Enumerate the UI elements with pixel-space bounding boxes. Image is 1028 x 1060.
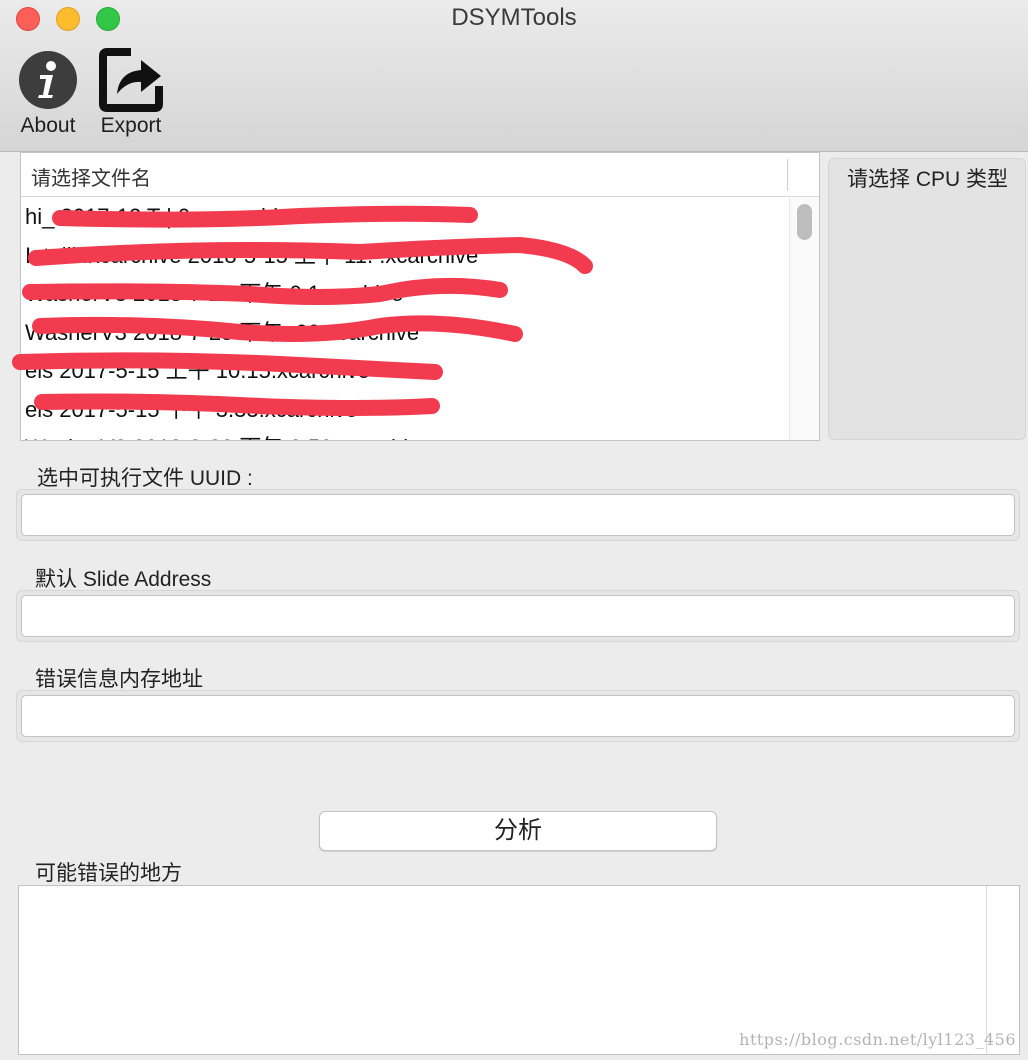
file-table-header[interactable]: 请选择文件名 <box>21 153 819 197</box>
share-export-icon <box>99 48 163 112</box>
file-table-scrollbar[interactable] <box>789 198 819 440</box>
cpu-type-title: 请选择 CPU 类型 <box>847 168 1009 191</box>
table-row[interactable]: WasherV3 2018-7-25 下午 0.1 .archive <box>21 275 791 314</box>
scroll-thumb[interactable] <box>797 204 812 240</box>
slide-address-field[interactable] <box>21 595 1015 637</box>
error-address-field[interactable] <box>21 695 1015 737</box>
about-button[interactable]: About <box>8 46 88 138</box>
info-icon <box>19 51 77 109</box>
title-toolbar: DSYMTools About Export <box>0 0 1028 152</box>
error-address-label: 错误信息内存地址 <box>35 668 203 691</box>
slide-address-group <box>16 590 1020 642</box>
cpu-type-panel: 请选择 CPU 类型 <box>828 158 1026 440</box>
slide-address-label: 默认 Slide Address <box>35 568 212 591</box>
header-divider <box>787 159 788 191</box>
uuid-field[interactable] <box>21 494 1015 536</box>
watermark: https://blog.csdn.net/lyl123_456 <box>739 1030 1016 1049</box>
table-row[interactable]: WasherV3 2018-7-25 下午 .00.xcarchive <box>21 314 791 353</box>
export-label: Export <box>100 114 162 137</box>
error-address-group <box>16 690 1020 742</box>
uuid-label: 选中可执行文件 UUID : <box>37 467 253 490</box>
archive-file-table[interactable]: 请选择文件名 hi_ 2017-12 T | 0. .xcarchive Int… <box>20 152 820 441</box>
uuid-group <box>16 489 1020 541</box>
table-row[interactable]: els 2017-5-15 下午 3.33.xcarchive <box>21 391 791 430</box>
window-title: DSYMTools <box>451 4 577 31</box>
result-scroll-divider <box>986 886 987 1054</box>
about-label: About <box>20 114 76 137</box>
file-table-header-label: 请选择文件名 <box>31 168 151 190</box>
analyze-button[interactable]: 分析 <box>319 811 717 851</box>
export-button[interactable]: Export <box>91 46 171 138</box>
possible-error-label: 可能错误的地方 <box>35 862 182 885</box>
table-row[interactable]: Intelli .xcarchive 2018-5-15 上午 11. .xca… <box>21 237 791 276</box>
table-row[interactable]: hi_ 2017-12 T | 0. .xcarchive <box>21 198 791 237</box>
table-row[interactable]: els 2017-5-15 上午 10.15.xcarchive <box>21 352 791 391</box>
file-table-rows: hi_ 2017-12 T | 0. .xcarchive Intelli .x… <box>21 198 791 440</box>
table-row[interactable]: WasherV3 2018-8-30 下午 0.59.xcarchive <box>21 429 791 440</box>
